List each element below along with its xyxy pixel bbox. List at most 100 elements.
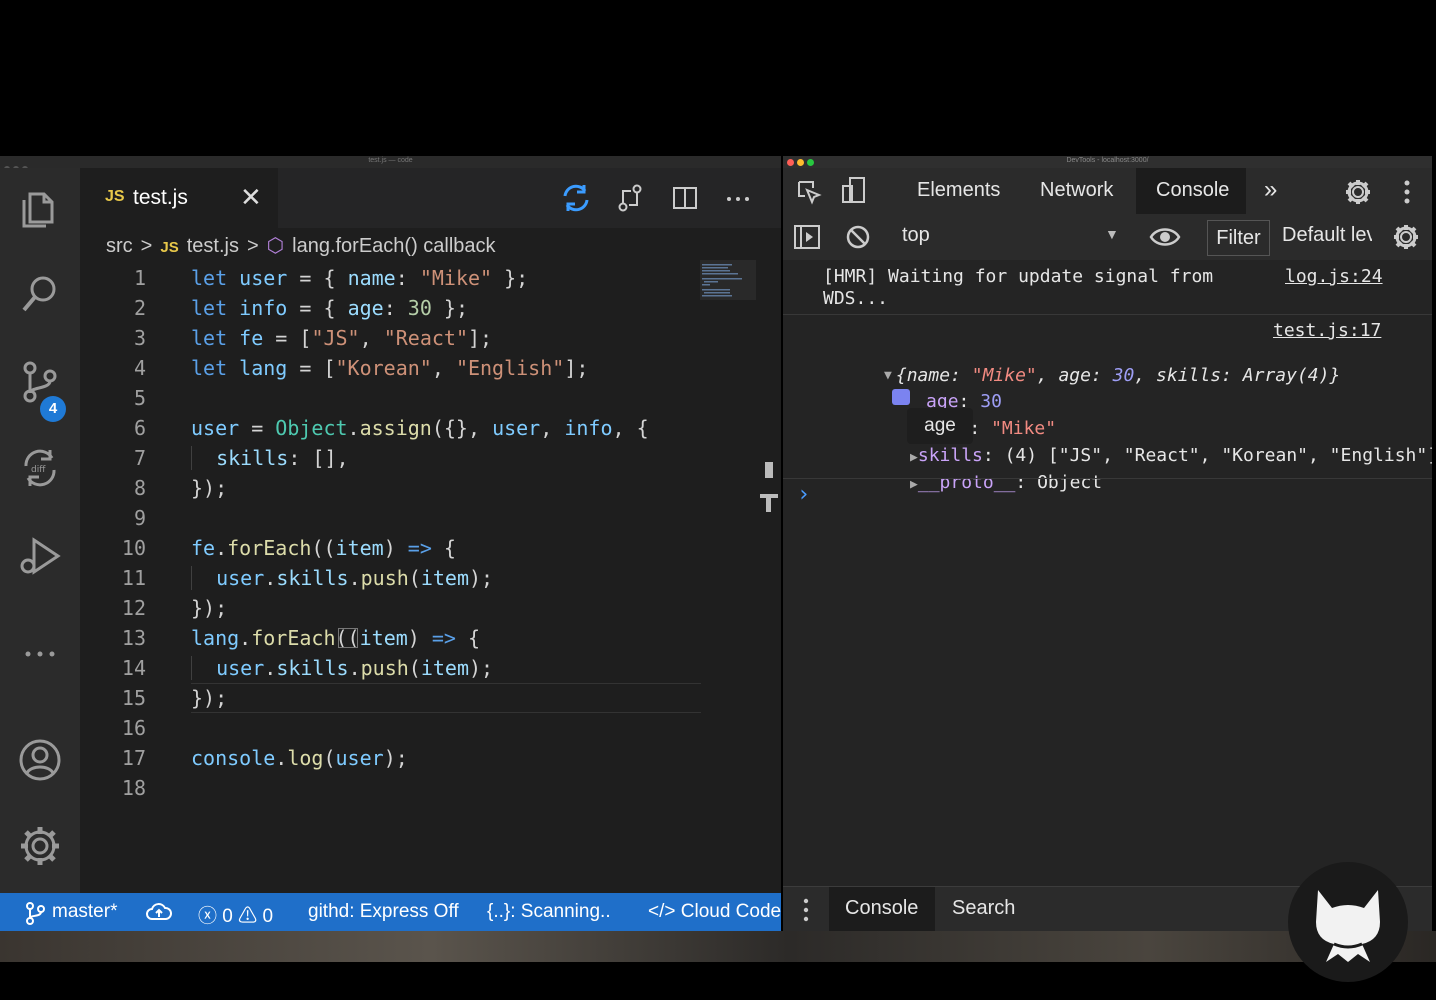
problems-indicator[interactable]: ⓧ 0 ⚠ 0: [198, 901, 273, 928]
vscode-titlebar: test.js — code: [0, 156, 781, 172]
explorer-icon[interactable]: [16, 184, 64, 232]
githd-status[interactable]: githd: Express Off: [308, 901, 459, 923]
branch-icon[interactable]: [24, 901, 46, 931]
message-divider: [783, 478, 1432, 479]
githd-diff-toggle-icon[interactable]: [560, 182, 592, 214]
account-icon[interactable]: [16, 736, 64, 784]
filter-input[interactable]: Filter: [1207, 220, 1270, 256]
more-icon[interactable]: [16, 630, 64, 678]
error-count: 0: [222, 906, 233, 927]
editor-scrollbar[interactable]: [758, 456, 778, 516]
line-number: 11: [121, 566, 146, 590]
drawer-tab-search[interactable]: Search: [952, 897, 1015, 920]
editor-tab-bar: JS test.js ✕: [80, 168, 781, 228]
close-tab-icon[interactable]: ✕: [240, 182, 262, 213]
activity-bar: 4 diff: [0, 168, 80, 893]
more-tabs-icon[interactable]: »: [1264, 176, 1277, 204]
line-number: 1: [133, 266, 146, 290]
svg-text:diff: diff: [31, 465, 46, 475]
line-number: 9: [133, 506, 146, 530]
window-title: test.js — code: [368, 157, 413, 164]
settings-gear-icon[interactable]: [16, 822, 64, 870]
minimap[interactable]: [700, 260, 758, 300]
devtools-panel-tabs: Elements Network Console »: [783, 168, 1432, 215]
devtools-window: DevTools - localhost:3000/ Elements Netw…: [783, 156, 1432, 931]
property-proto[interactable]: ▶__proto__: Object: [845, 451, 1102, 514]
tab-label: test.js: [133, 186, 188, 209]
code-line[interactable]: user.skills.push(item);: [191, 653, 701, 683]
cloud-code-status[interactable]: </> Cloud Code: [648, 901, 781, 923]
line-number-gutter: 1 2 3 4 5 6 7 8 9 10 11 12 13 14 15 16 1…: [80, 263, 150, 803]
tab-console[interactable]: Console: [1156, 179, 1229, 202]
breadcrumb-separator: >: [140, 235, 153, 257]
line-number: 6: [133, 416, 146, 440]
source-link[interactable]: test.js:17: [1273, 320, 1381, 341]
inspect-element-icon[interactable]: [795, 178, 823, 211]
code-line[interactable]: [191, 503, 701, 533]
cube-symbol-icon: ⬡: [266, 235, 285, 257]
vscode-window: test.js — code 4 diff JS test.js ✕ src >…: [0, 156, 781, 931]
line-number: 15: [121, 686, 146, 710]
console-toolbar: top ▼ Filter Default levels: [783, 214, 1432, 261]
source-link[interactable]: log.js:24: [1285, 266, 1383, 287]
console-prompt-icon[interactable]: ›: [797, 482, 810, 507]
devtools-menu-icon[interactable]: [1399, 177, 1415, 212]
open-changes-icon[interactable]: [614, 182, 646, 214]
githd-diff-icon[interactable]: diff: [16, 444, 64, 492]
code-line[interactable]: [191, 383, 701, 413]
code-line[interactable]: });: [191, 473, 701, 503]
dropdown-arrow-icon[interactable]: ▼: [1105, 226, 1119, 242]
code-line[interactable]: [191, 773, 701, 803]
drawer-menu-icon[interactable]: [801, 897, 811, 928]
context-select[interactable]: top: [902, 224, 930, 247]
current-code-line[interactable]: });: [191, 683, 701, 713]
code-line[interactable]: fe.forEach((item) => {: [191, 533, 701, 563]
tab-network[interactable]: Network: [1040, 179, 1113, 202]
code-line[interactable]: let lang = ["Korean", "English"];: [191, 353, 701, 383]
code-line[interactable]: });: [191, 593, 701, 623]
code-line[interactable]: skills: [],: [191, 443, 701, 473]
log-levels-dropdown[interactable]: Default levels: [1282, 224, 1372, 247]
live-expression-eye-icon[interactable]: [1149, 224, 1181, 255]
code-line[interactable]: user.skills.push(item);: [191, 563, 701, 593]
line-number: 17: [121, 746, 146, 770]
code-line[interactable]: let info = { age: 30 };: [191, 293, 701, 323]
line-number: 5: [133, 386, 146, 410]
line-number: 4: [133, 356, 146, 380]
device-toolbar-icon[interactable]: [840, 176, 868, 211]
log-message: [HMR] Waiting for update signal from: [823, 266, 1214, 287]
desktop-wallpaper: [0, 931, 1436, 962]
code-line[interactable]: let fe = ["JS", "React"];: [191, 323, 701, 353]
console-settings-icon[interactable]: [1391, 222, 1421, 257]
run-debug-icon[interactable]: [16, 532, 64, 580]
show-sidebar-icon[interactable]: [793, 223, 821, 256]
editor-more-actions-icon[interactable]: [722, 182, 754, 214]
code-line[interactable]: console.log(user);: [191, 743, 701, 773]
tab-test-js[interactable]: JS test.js ✕: [80, 168, 278, 228]
scanning-status[interactable]: {..}: Scanning..: [487, 901, 611, 923]
code-line[interactable]: user = Object.assign({}, user, info, {: [191, 413, 701, 443]
code-editor[interactable]: let user = { name: "Mike" }; let info = …: [191, 263, 701, 803]
console-output[interactable]: [HMR] Waiting for update signal from WDS…: [783, 260, 1432, 880]
breadcrumb-folder[interactable]: src: [106, 235, 133, 257]
presenter-avatar: [1288, 862, 1408, 982]
line-number: 8: [133, 476, 146, 500]
line-number: 3: [133, 326, 146, 350]
split-editor-icon[interactable]: [669, 182, 701, 214]
breadcrumb-file[interactable]: test.js: [187, 235, 239, 257]
search-icon[interactable]: [16, 270, 64, 318]
line-number: 10: [121, 536, 146, 560]
drawer-tab-console[interactable]: Console: [845, 897, 918, 920]
code-line[interactable]: lang.forEach((item) => {: [191, 623, 701, 653]
warning-count: 0: [262, 906, 274, 927]
code-line[interactable]: let user = { name: "Mike" };: [191, 263, 701, 293]
code-line[interactable]: [191, 713, 701, 743]
devtools-settings-icon[interactable]: [1343, 177, 1373, 212]
sync-cloud-icon[interactable]: [146, 901, 172, 929]
breadcrumb-symbol[interactable]: lang.forEach() callback: [292, 235, 495, 257]
clear-console-icon[interactable]: [844, 223, 872, 256]
error-icon: ⓧ: [198, 906, 218, 927]
tab-elements[interactable]: Elements: [917, 179, 1000, 202]
expand-triangle-icon[interactable]: ▶: [910, 477, 918, 492]
git-branch[interactable]: master*: [52, 901, 117, 923]
